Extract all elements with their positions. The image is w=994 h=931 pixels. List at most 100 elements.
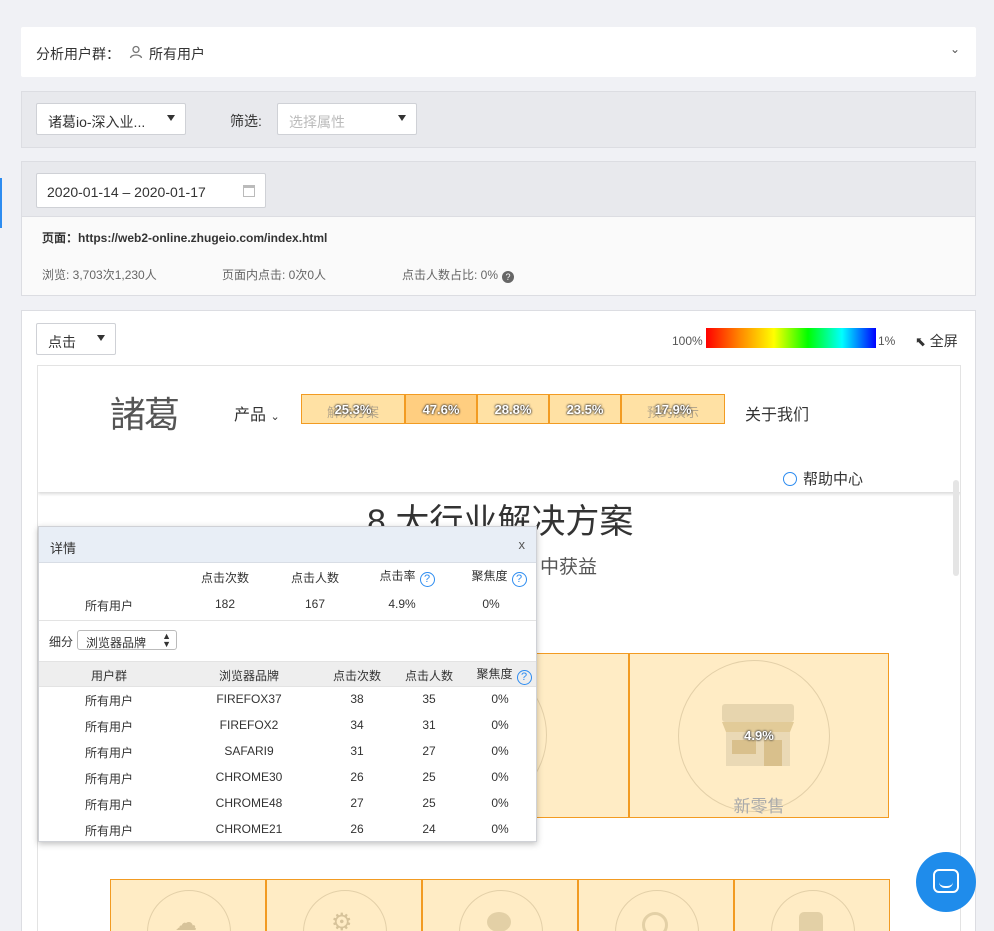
cloud-icon: ☁ (175, 910, 197, 931)
fullscreen-button[interactable]: ⬉ 全屏 (915, 331, 958, 351)
help-center-link[interactable]: 帮助中心 (783, 468, 863, 489)
row-users: 25 (422, 796, 436, 810)
industry-tile-retail[interactable]: 4.9% 新零售 (629, 653, 889, 818)
row-clicks: 31 (350, 744, 364, 758)
row-users: 25 (422, 770, 436, 784)
industry-tile[interactable] (422, 879, 578, 931)
updown-arrow-icon: ▲ ▼ (162, 631, 171, 649)
row-users: 27 (422, 744, 436, 758)
row-clicks: 34 (350, 718, 364, 732)
detail-table-header: 用户群 浏览器品牌 点击次数 点击人数 聚焦度? (39, 661, 536, 687)
industry-tile[interactable] (578, 879, 734, 931)
clicks-stat: 页面内点击: 0次0人 (222, 268, 327, 282)
filter-bar: 诸葛io-深入业... 筛选: 选择属性 (21, 91, 976, 148)
date-toolbar: 2020-01-14 – 2020-01-17 (22, 162, 975, 217)
date-info-panel: 2020-01-14 – 2020-01-17 页面：https://web2-… (21, 161, 976, 296)
summary-clicks: 182 (214, 597, 236, 611)
heatmap-mode-select[interactable]: 点击 (36, 323, 116, 355)
table-row: 所有用户 FIREFOX37 38 35 0% (39, 687, 536, 713)
col-header-click-rate: 点击率? (357, 567, 457, 587)
chat-icon (933, 869, 959, 893)
scrollbar[interactable] (953, 480, 959, 576)
bus-icon (799, 912, 823, 931)
col-header: 聚焦度 (471, 569, 508, 583)
page-url-label: 页面： (42, 231, 79, 245)
help-center-label: 帮助中心 (803, 471, 864, 488)
click-ratio-text: 点击人数占比: 0% (402, 268, 499, 282)
help-icon[interactable]: ? (511, 572, 527, 587)
filter-label: 筛选: (230, 113, 262, 129)
chevron-down-icon[interactable]: ⌄ (950, 42, 960, 56)
caret-down-icon (398, 115, 406, 121)
row-group: 所有用户 (84, 772, 133, 786)
globe-icon (642, 912, 668, 931)
summary-table: 点击次数 点击人数 点击率? 聚焦度? 所有用户 182 167 4.9% 0% (39, 563, 536, 621)
nav-heat-box[interactable]: 28.8% (477, 394, 549, 424)
heat-percent: 47.6% (422, 402, 460, 417)
summary-click-rate: 4.9% (388, 597, 416, 611)
row-focus: 0% (491, 718, 509, 732)
row-focus: 0% (491, 796, 509, 810)
page-url: 页面：https://web2-online.zhugeio.com/index… (42, 229, 327, 246)
attribute-select[interactable]: 选择属性 (277, 103, 417, 135)
industry-tile[interactable]: ⚙ (266, 879, 422, 931)
breakdown-select[interactable]: 浏览器品牌 ▲ ▼ (77, 630, 177, 650)
row-focus: 0% (491, 822, 509, 836)
breakdown-value: 浏览器品牌 (86, 636, 147, 650)
table-row: 所有用户 CHROME48 27 25 0% (39, 791, 536, 817)
legend-max: 100% (672, 334, 703, 348)
col-header: 聚焦度 (476, 667, 513, 681)
nav-product[interactable]: 产品 ⌄ (234, 401, 280, 425)
user-segment-bar[interactable]: 分析用户群： 所有用户 ⌄ (21, 27, 976, 77)
help-icon[interactable]: ? (502, 271, 515, 283)
industry-tile[interactable]: ☁ (110, 879, 266, 931)
nav-heat-box[interactable]: 23.5% (549, 394, 621, 424)
industry-tile[interactable] (734, 879, 890, 931)
help-icon[interactable]: ? (516, 670, 532, 685)
segment-label: 分析用户群： (36, 46, 120, 62)
site-logo: 諸葛 (110, 395, 180, 436)
row-browser: CHROME21 (215, 822, 283, 836)
row-group: 所有用户 (84, 694, 133, 708)
summary-users: 167 (304, 597, 326, 611)
fullscreen-label: 全屏 (929, 333, 958, 349)
col-header: 点击次数 (200, 571, 249, 585)
chat-bubble-icon (487, 912, 511, 931)
nav-heat-box[interactable]: 解决方案 25.3% (301, 394, 405, 424)
mode-value: 点击 (48, 334, 76, 350)
active-nav-indicator (0, 178, 2, 228)
close-icon[interactable]: x (519, 537, 526, 552)
nav-heat-box[interactable]: 预约演示 17.9% (621, 394, 725, 424)
nav-heat-box[interactable]: 47.6% (405, 394, 477, 424)
details-panel: 详情 x 点击次数 点击人数 点击率? 聚焦度? 所有用户 182 167 4.… (38, 526, 537, 842)
row-focus: 0% (491, 744, 509, 758)
help-icon[interactable]: ? (419, 572, 435, 587)
row-browser: FIREFOX2 (219, 718, 279, 732)
app-select[interactable]: 诸葛io-深入业... (36, 103, 186, 135)
row-focus: 0% (491, 770, 509, 784)
row-browser: CHROME30 (215, 770, 283, 784)
date-range-picker[interactable]: 2020-01-14 – 2020-01-17 (36, 173, 266, 208)
date-range-value: 2020-01-14 – 2020-01-17 (47, 184, 206, 200)
row-users: 24 (422, 822, 436, 836)
heat-percent: 25.3% (334, 402, 372, 417)
table-row: 所有用户 CHROME30 26 25 0% (39, 765, 536, 791)
heat-percent: 17.9% (654, 402, 692, 417)
row-group: 所有用户 (84, 824, 133, 838)
nav-about[interactable]: 关于我们 (745, 401, 809, 425)
site-nav: 諸葛 产品 ⌄ 解决方案 25.3% 47.6% 28.8% 23.5% 预约演示… (38, 366, 960, 492)
details-title: 详情 (50, 541, 77, 556)
row-group: 所有用户 (84, 720, 133, 734)
views-stat: 浏览: 3,703次1,230人 (42, 268, 157, 282)
user-icon (129, 45, 143, 59)
row-browser: CHROME48 (215, 796, 283, 810)
row-clicks: 38 (350, 692, 364, 706)
page-url-value: https://web2-online.zhugeio.com/index.ht… (78, 231, 328, 245)
attribute-placeholder: 选择属性 (289, 114, 345, 130)
chat-widget-button[interactable] (916, 852, 976, 912)
col-header: 点击次数 (332, 669, 381, 683)
heat-color-legend (706, 328, 876, 348)
chevron-down-icon: ⌄ (270, 411, 280, 423)
col-header: 浏览器品牌 (218, 669, 279, 683)
table-row: 所有用户 CHROME21 26 24 0% (39, 817, 536, 843)
